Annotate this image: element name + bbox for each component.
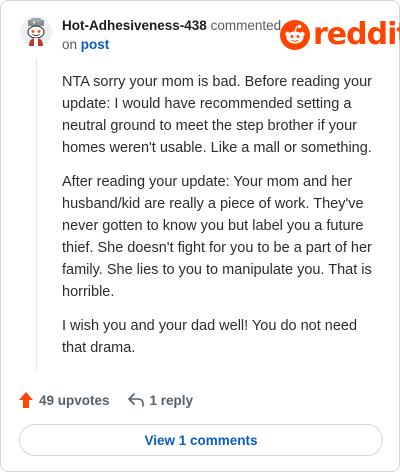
reddit-wordmark: reddit [313,17,400,52]
reddit-alien-icon [280,20,310,50]
reply-arrow-icon [127,393,144,407]
reply-button[interactable]: 1 reply [127,392,194,408]
snoo-avatar-icon [20,16,52,48]
commented-text: commented [210,18,282,33]
comment-actions: 49 upvotes 1 reply [19,388,193,412]
comment-card: Hot-Adhesiveness-438 commented on post r… [0,0,400,472]
upvote-button[interactable]: 49 upvotes [19,392,110,408]
upvote-count: 49 upvotes [39,392,110,408]
comment-paragraph: I wish you and your dad well! You do not… [62,318,358,356]
username-link[interactable]: Hot-Adhesiveness-438 [62,18,207,33]
comment-header: Hot-Adhesiveness-438 commented on post [62,16,292,54]
comment-body: NTA sorry your mom is bad. Before readin… [62,71,380,371]
on-text: on [62,37,78,52]
reddit-logo[interactable]: reddit [280,17,400,53]
post-link[interactable]: post [81,37,110,52]
thread-line[interactable] [36,59,37,371]
upvote-arrow-icon [19,392,33,408]
user-avatar[interactable] [19,15,53,49]
comment-paragraph: After reading your update: Your mom and … [62,174,372,300]
comment-paragraph: NTA sorry your mom is bad. Before readin… [62,74,372,156]
reply-count: 1 reply [149,392,194,408]
view-comments-button[interactable]: View 1 comments [19,424,383,456]
